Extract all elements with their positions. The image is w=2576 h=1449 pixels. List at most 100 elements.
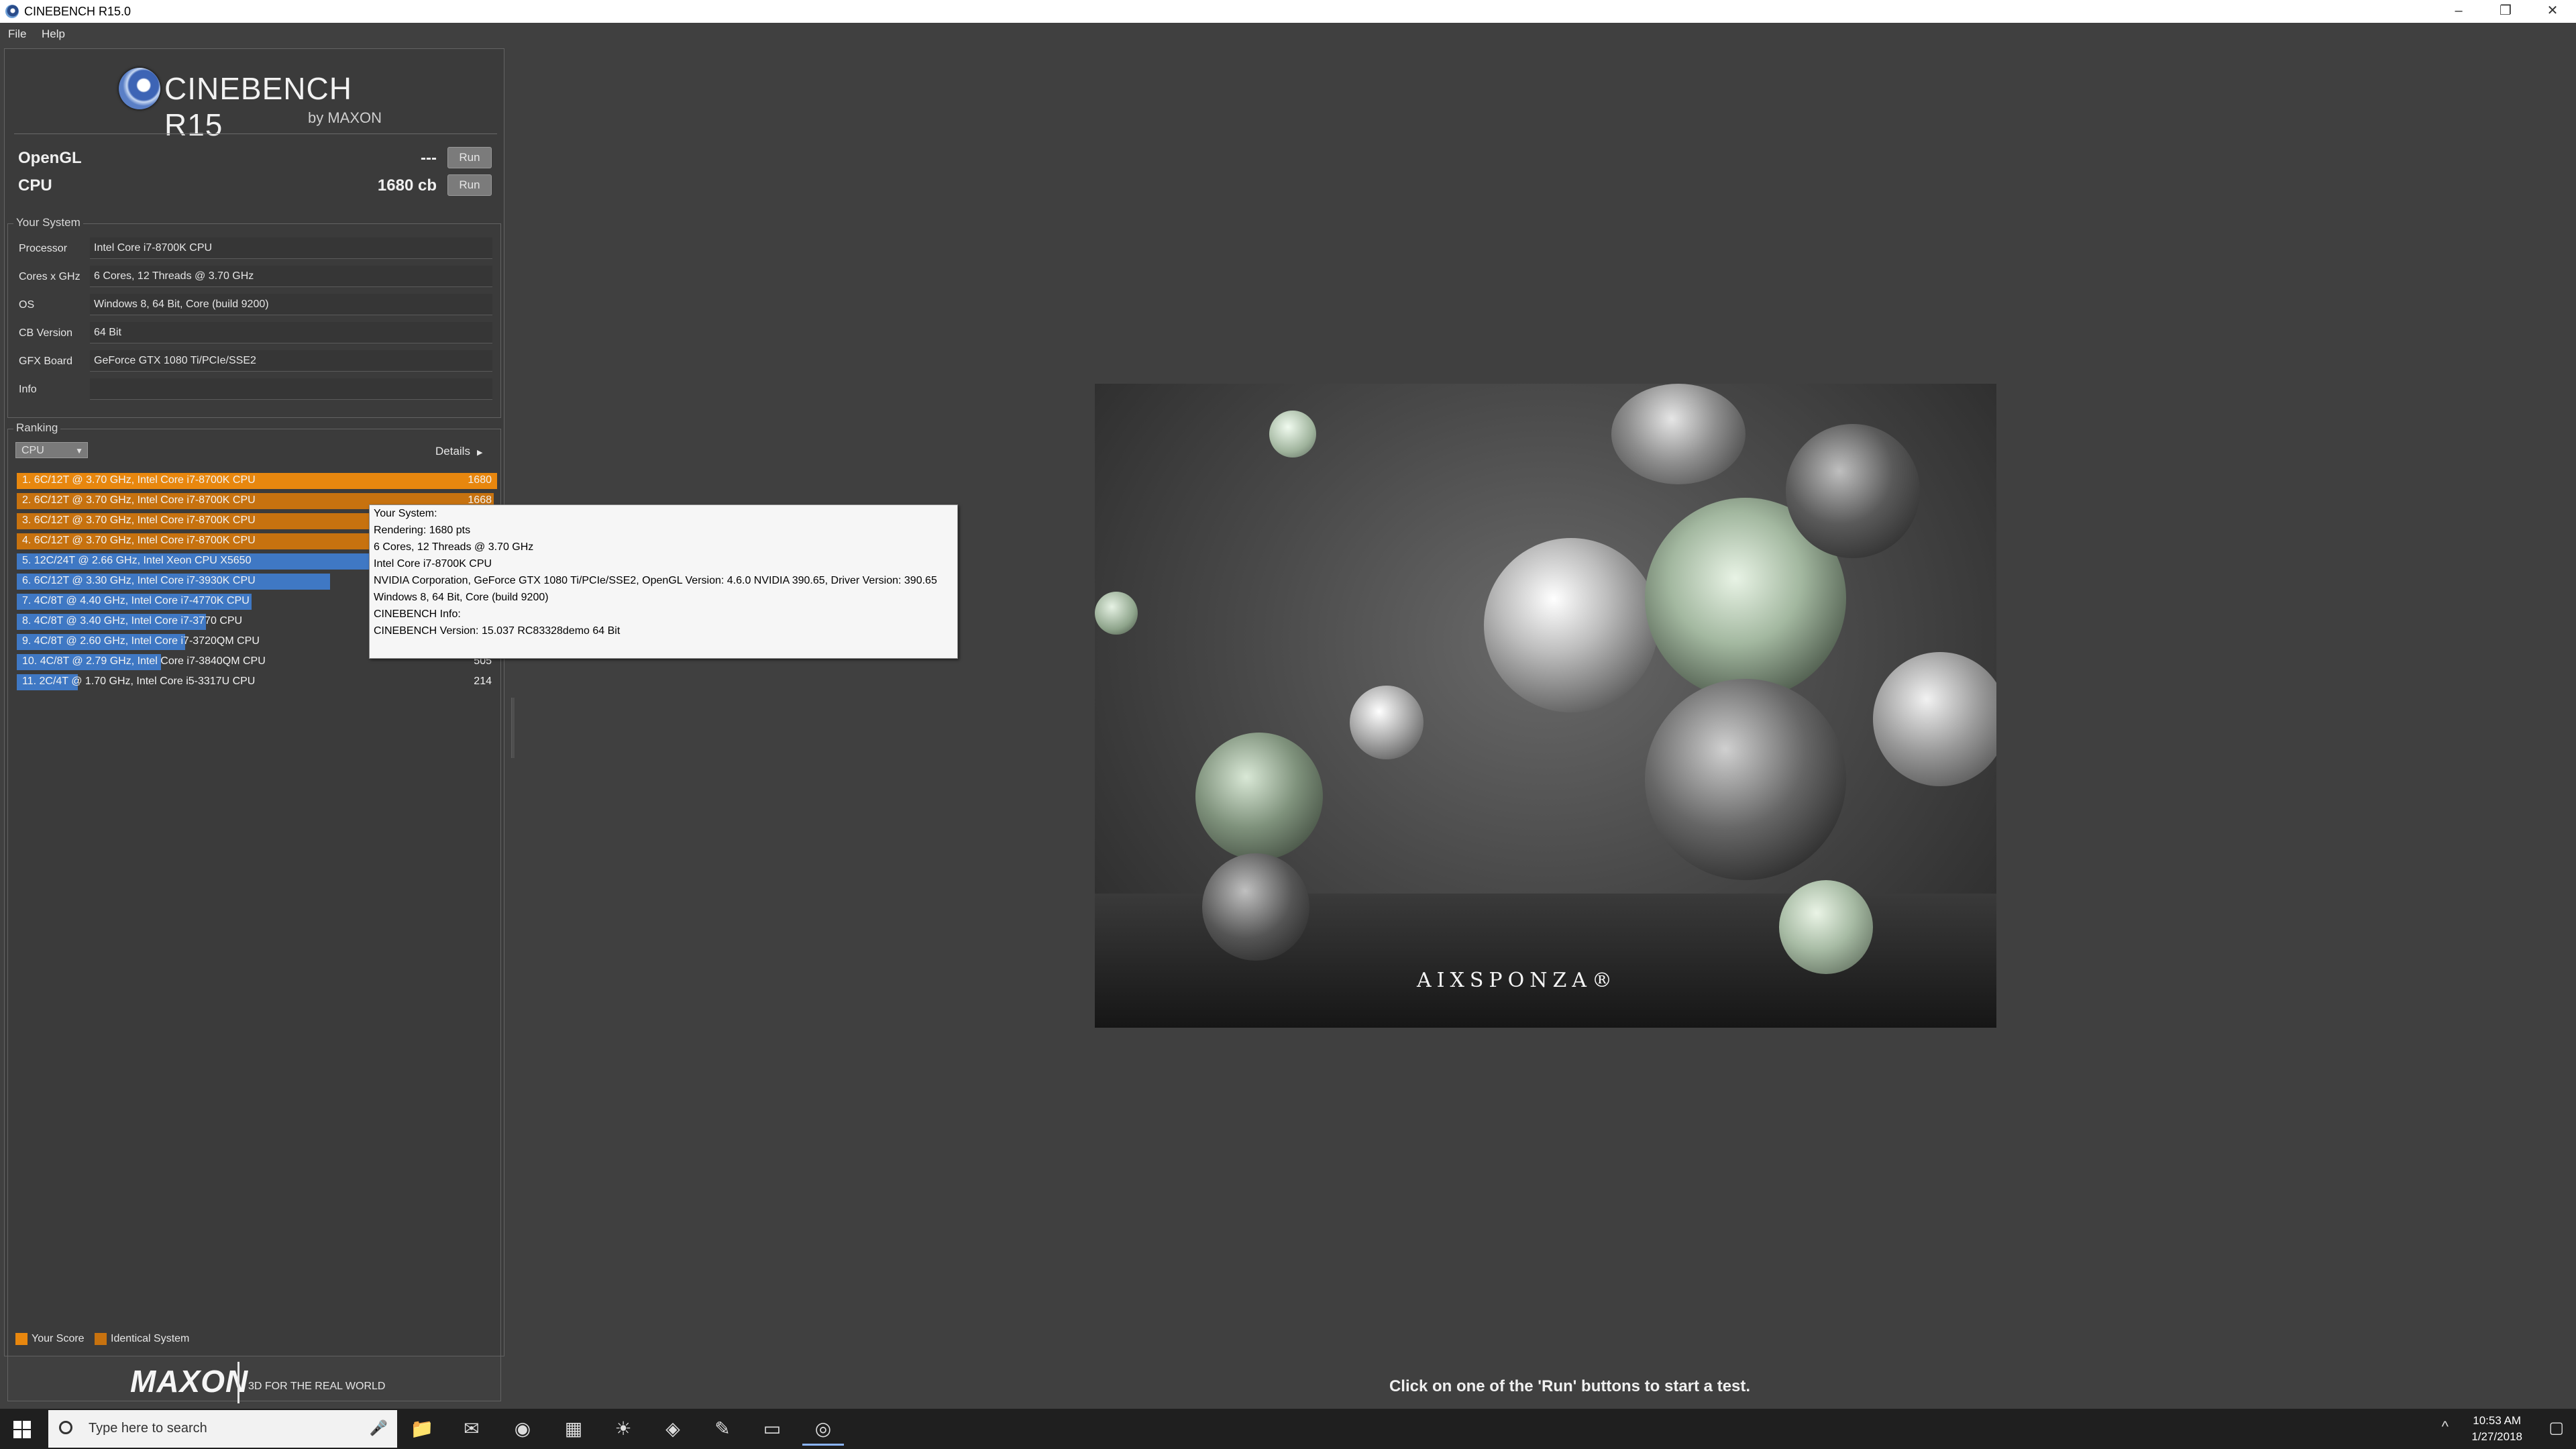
sun-icon[interactable]: ☀ (602, 1414, 644, 1444)
your-system-legend: Your System (13, 216, 83, 229)
cinebench-orb-icon (119, 68, 160, 109)
microphone-icon[interactable]: 🎤 (370, 1419, 388, 1437)
system-key: Processor (19, 243, 68, 254)
ranking-label: 10. 4C/8T @ 2.79 GHz, Intel Core i7-3840… (22, 655, 266, 667)
render-sphere (1269, 411, 1316, 458)
system-key: CB Version (19, 327, 73, 339)
system-tray-chevron-icon[interactable]: ^ (2442, 1418, 2449, 1436)
tooltip-line: Your System: (374, 508, 437, 519)
status-hint: Click on one of the 'Run' buttons to sta… (1389, 1377, 1751, 1395)
system-value-gfx[interactable]: GeForce GTX 1080 Ti/PCIe/SSE2 (90, 350, 492, 372)
minimize-button[interactable]: – (2435, 0, 2482, 23)
window-title: CINEBENCH R15.0 (24, 5, 131, 18)
render-sphere (1195, 733, 1323, 860)
cinebench-icon[interactable]: ◎ (802, 1414, 844, 1446)
ranking-label: 7. 4C/8T @ 4.40 GHz, Intel Core i7-4770K… (22, 595, 250, 606)
system-row-cores: Cores x GHz 6 Cores, 12 Threads @ 3.70 G… (15, 264, 498, 288)
system-row-os: OS Windows 8, 64 Bit, Core (build 9200) (15, 292, 498, 317)
your-score-label: Your Score (32, 1333, 85, 1344)
render-sphere (1786, 424, 1920, 558)
logo-name: CINEBENCH R15 (164, 71, 352, 142)
clock-time: 10:53 AM (2473, 1414, 2522, 1427)
system-key: Cores x GHz (19, 271, 80, 282)
system-value-processor[interactable]: Intel Core i7-8700K CPU (90, 237, 492, 259)
ranking-score: 214 (474, 676, 492, 687)
clock-date: 1/27/2018 (2471, 1430, 2522, 1443)
chevron-right-icon: ▶ (476, 449, 483, 457)
cpu-row: CPU 1680 cb Run (14, 173, 497, 197)
ranking-row[interactable]: 1. 6C/12T @ 3.70 GHz, Intel Core i7-8700… (17, 472, 497, 489)
render-viewport: AIXSPONZA® (1095, 384, 1996, 1028)
opengl-row: OpenGL --- Run (14, 146, 497, 170)
render-sphere (1484, 538, 1658, 712)
taskbar-clock[interactable]: 10:53 AM 1/27/2018 (2471, 1413, 2522, 1445)
ranking-row[interactable]: 11. 2C/4T @ 1.70 GHz, Intel Core i5-3317… (17, 673, 497, 690)
your-system-group: Your System Processor Intel Core i7-8700… (7, 216, 501, 418)
brand-divider (237, 1362, 239, 1403)
tooltip-line: Rendering: 1680 pts (374, 525, 471, 536)
mail-icon[interactable]: ✉ (451, 1414, 492, 1444)
close-button[interactable]: ✕ (2529, 0, 2576, 23)
cpu-run-button[interactable]: Run (447, 174, 492, 196)
app-icon[interactable]: ◈ (652, 1414, 694, 1444)
chrome-icon[interactable]: ◉ (502, 1414, 543, 1444)
opengl-label: OpenGL (18, 149, 82, 167)
system-key: Info (19, 384, 37, 395)
menu-file[interactable]: File (8, 28, 26, 41)
system-value-os[interactable]: Windows 8, 64 Bit, Core (build 9200) (90, 294, 492, 315)
your-score-swatch (15, 1333, 28, 1345)
system-key: OS (19, 299, 35, 311)
search-placeholder: Type here to search (89, 1421, 207, 1436)
tooltip-line: Intel Core i7-8700K CPU (374, 558, 492, 570)
cinebench-logo: CINEBENCH R15 by MAXON (119, 61, 400, 142)
ranking-legend: Ranking (13, 421, 61, 435)
ranking-type-dropdown[interactable]: CPU ▼ (15, 442, 88, 458)
aixsponza-watermark: AIXSPONZA® (1417, 969, 1617, 992)
tooltip-line: 6 Cores, 12 Threads @ 3.70 GHz (374, 541, 534, 553)
identical-system-label: Identical System (111, 1333, 190, 1344)
render-sphere (1645, 679, 1846, 880)
render-sphere (1095, 592, 1138, 635)
ranking-label: 9. 4C/8T @ 2.60 GHz, Intel Core i7-3720Q… (22, 635, 260, 647)
menu-help[interactable]: Help (42, 28, 65, 41)
ranking-label: 6. 6C/12T @ 3.30 GHz, Intel Core i7-3930… (22, 575, 256, 586)
opengl-score: --- (421, 149, 437, 167)
identical-system-swatch (95, 1333, 107, 1345)
maxon-brand: MAXON 3D FOR THE REAL WORLD (130, 1362, 533, 1409)
system-key: GFX Board (19, 356, 73, 367)
restore-button[interactable]: ❐ (2482, 0, 2529, 23)
panel-resize-handle[interactable] (511, 698, 515, 758)
system-row-gfx: GFX Board GeForce GTX 1080 Ti/PCIe/SSE2 (15, 349, 498, 373)
tooltip-line: NVIDIA Corporation, GeForce GTX 1080 Ti/… (374, 575, 937, 586)
taskbar-search[interactable]: Type here to search 🎤 (48, 1410, 397, 1448)
render-sphere (1202, 853, 1309, 961)
ranking-label: 3. 6C/12T @ 3.70 GHz, Intel Core i7-8700… (22, 515, 256, 526)
ranking-label: 2. 6C/12T @ 3.70 GHz, Intel Core i7-8700… (22, 494, 256, 506)
opengl-run-button[interactable]: Run (447, 147, 492, 168)
notification-icon[interactable]: ▢ (2548, 1418, 2564, 1438)
cpu-score: 1680 cb (377, 176, 437, 195)
ranking-label: 8. 4C/8T @ 3.40 GHz, Intel Core i7-3770 … (22, 615, 243, 627)
details-button[interactable]: Details ▶ (435, 445, 482, 458)
cpu-label: CPU (18, 176, 52, 195)
system-value-info[interactable] (90, 378, 492, 400)
render-sphere (1350, 686, 1424, 759)
cinebench-app-icon (5, 5, 19, 18)
divider (14, 133, 497, 134)
file-explorer-icon[interactable]: 📁 (401, 1414, 443, 1444)
details-label: Details (435, 445, 470, 458)
render-sphere (1779, 880, 1873, 974)
ranking-label: 4. 6C/12T @ 3.70 GHz, Intel Core i7-8700… (22, 535, 256, 546)
maxon-logo: MAXON (130, 1364, 249, 1399)
calculator-icon[interactable]: ▦ (553, 1414, 594, 1444)
mail-app-icon[interactable]: ▭ (751, 1414, 793, 1444)
system-value-cores[interactable]: 6 Cores, 12 Threads @ 3.70 GHz (90, 266, 492, 287)
logo-by: by MAXON (308, 109, 382, 126)
notepad-icon[interactable]: ✎ (702, 1414, 743, 1444)
tooltip-line: CINEBENCH Info: (374, 608, 461, 620)
taskbar: Type here to search 🎤 📁 ✉ ◉ ▦ ☀ ◈ ✎ ▭ ◎ … (0, 1409, 2576, 1449)
system-value-cb-version[interactable]: 64 Bit (90, 322, 492, 343)
system-row-processor: Processor Intel Core i7-8700K CPU (15, 236, 498, 260)
system-row-cb-version: CB Version 64 Bit (15, 321, 498, 345)
windows-start-icon[interactable] (13, 1421, 31, 1438)
